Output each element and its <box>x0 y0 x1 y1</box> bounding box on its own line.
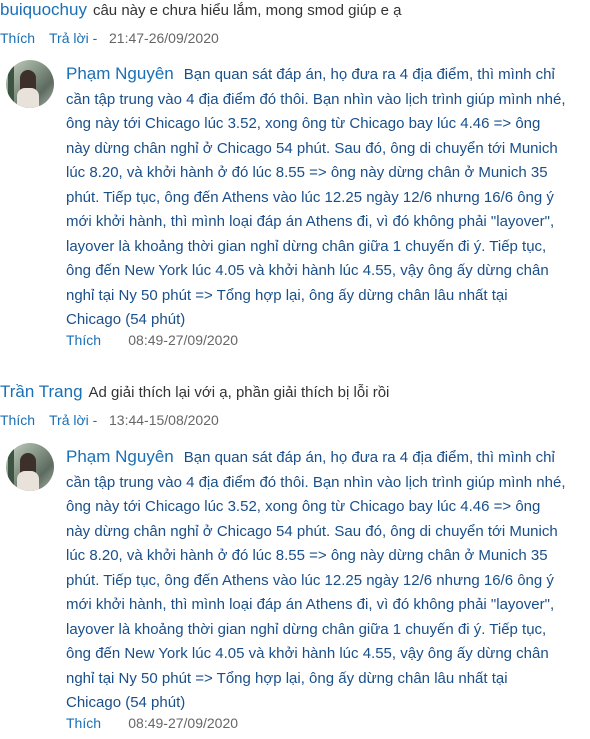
reply-author[interactable]: Phạm Nguyên <box>66 447 174 466</box>
comment-text: Ad giải thích lại với ạ, phần giải thích… <box>88 384 390 401</box>
reply-body: Phạm Nguyên Bạn quan sát đáp án, họ đưa r… <box>66 62 566 333</box>
reply-actions: Thích 08:49-27/09/2020 <box>66 332 238 348</box>
comment-timestamp: 13:44-15/08/2020 <box>109 412 219 428</box>
avatar[interactable] <box>6 443 54 491</box>
comment-author[interactable]: buiquochuy <box>0 0 87 19</box>
reply-button[interactable]: Trả lời - <box>49 30 97 46</box>
comment-actions: Thích Trả lời - 21:47-26/09/2020 <box>0 30 219 46</box>
reply-body: Phạm Nguyên Bạn quan sát đáp án, họ đưa r… <box>66 445 566 716</box>
avatar[interactable] <box>6 60 54 108</box>
reply-text: Bạn quan sát đáp án, họ đưa ra 4 địa điể… <box>66 449 566 711</box>
reply-like-button[interactable]: Thích <box>66 715 101 731</box>
comment-text: câu này e chưa hiểu lắm, mong smod giúp … <box>92 2 402 19</box>
reply-actions: Thích 08:49-27/09/2020 <box>66 715 238 731</box>
reply-author[interactable]: Phạm Nguyên <box>66 64 174 83</box>
reply-like-button[interactable]: Thích <box>66 332 101 348</box>
comment-actions: Thích Trả lời - 13:44-15/08/2020 <box>0 412 219 428</box>
reply-text: Bạn quan sát đáp án, họ đưa ra 4 địa điể… <box>66 66 566 328</box>
reply-timestamp: 08:49-27/09/2020 <box>128 332 239 348</box>
like-button[interactable]: Thích <box>0 412 35 428</box>
comment-timestamp: 21:47-26/09/2020 <box>109 30 219 46</box>
comment-header: buiquochuy câu này e chưa hiểu lắm, mong … <box>0 0 402 20</box>
reply-timestamp: 08:49-27/09/2020 <box>128 715 239 731</box>
comment-author[interactable]: Trần Trang <box>0 382 83 401</box>
comment-header: Trần Trang Ad giải thích lại với ạ, phần … <box>0 382 389 402</box>
reply-button[interactable]: Trả lời - <box>49 412 97 428</box>
like-button[interactable]: Thích <box>0 30 35 46</box>
